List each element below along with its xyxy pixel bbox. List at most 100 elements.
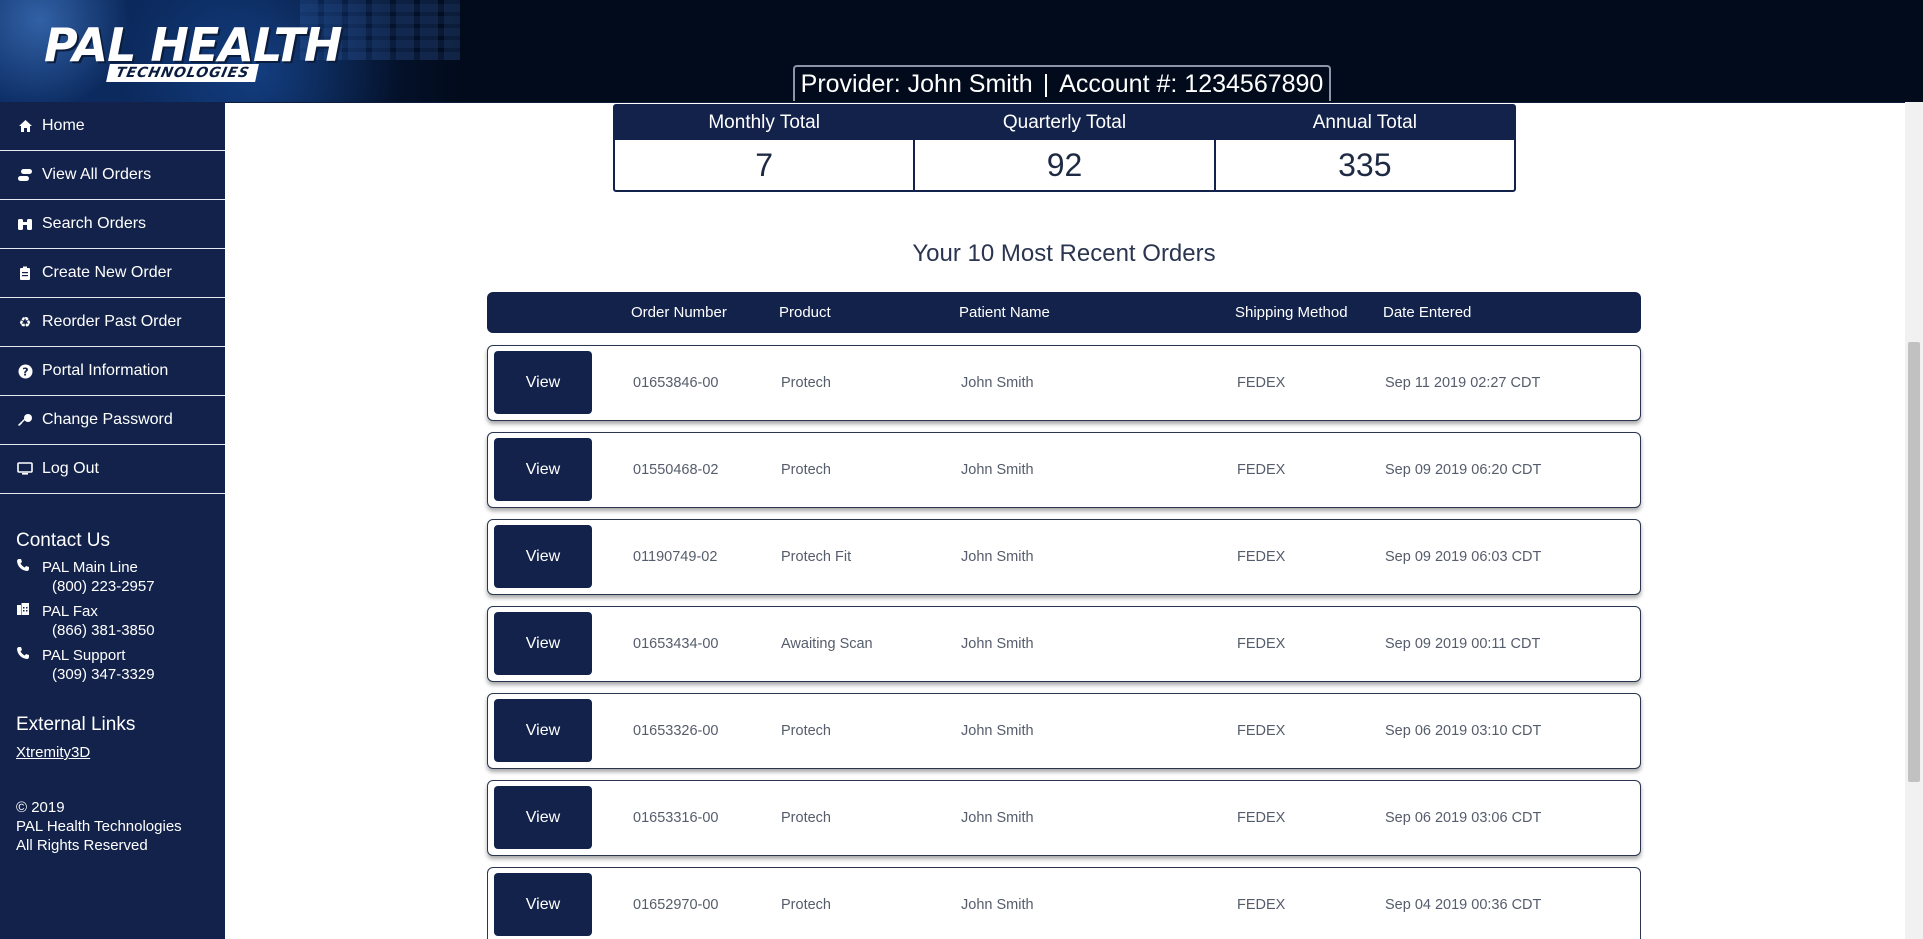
sidebar-item-home[interactable]: Home [0, 102, 225, 151]
order-number: 01653846-00 [633, 375, 719, 391]
table-row: View 01653326-00 Protech John Smith FEDE… [487, 693, 1641, 769]
date-entered: Sep 06 2019 03:10 CDT [1385, 723, 1542, 739]
contact-label: PAL Fax [42, 603, 98, 620]
product: Awaiting Scan [781, 636, 873, 652]
sidebar-item-label: Home [42, 117, 85, 134]
date-entered: Sep 09 2019 06:20 CDT [1385, 462, 1542, 478]
patient-name: John Smith [961, 723, 1034, 739]
shipping-method: FEDEX [1237, 723, 1286, 739]
logo-sub-text: TECHNOLOGIES [106, 64, 260, 82]
key-icon [16, 413, 34, 427]
external-links-heading: External Links [16, 714, 136, 735]
patient-name: John Smith [961, 636, 1034, 652]
account-number: 1234567890 [1184, 69, 1324, 98]
contact-number: (866) 381-3850 [52, 622, 155, 639]
order-number: 01652970-00 [633, 897, 719, 913]
sidebar-item-change-password[interactable]: Change Password [0, 396, 225, 445]
order-number: 01653434-00 [633, 636, 719, 652]
contact-number: (309) 347-3329 [52, 666, 155, 683]
provider-separator: | [1042, 69, 1050, 98]
shipping-method: FEDEX [1237, 897, 1286, 913]
contact-label: PAL Support [42, 647, 126, 664]
table-row: View 01550468-02 Protech John Smith FEDE… [487, 432, 1641, 508]
sidebar-footer: © 2019 PAL Health Technologies All Right… [16, 798, 225, 855]
xtremity3d-link[interactable]: Xtremity3D [16, 744, 90, 761]
shipping-method: FEDEX [1237, 810, 1286, 826]
copyright-year: © 2019 [16, 799, 65, 816]
sidebar-item-view-all-orders[interactable]: View All Orders [0, 151, 225, 200]
sidebar-item-log-out[interactable]: Log Out [0, 445, 225, 494]
sidebar-item-search-orders[interactable]: Search Orders [0, 200, 225, 249]
column-header-order-number: Order Number [631, 304, 727, 321]
date-entered: Sep 06 2019 03:06 CDT [1385, 810, 1542, 826]
sidebar: Home View All Orders Search Orders Creat… [0, 102, 225, 939]
sidebar-item-label: Search Orders [42, 215, 147, 232]
contact-fax: PAL Fax (866) 381-3850 [16, 602, 225, 640]
contact-support: PAL Support (309) 347-3329 [16, 646, 225, 684]
product: Protech [781, 810, 831, 826]
copyright-rights: All Rights Reserved [16, 837, 148, 854]
patient-name: John Smith [961, 549, 1034, 565]
product: Protech [781, 462, 831, 478]
table-row: View 01652970-00 Protech John Smith FEDE… [487, 867, 1641, 939]
clipboard-icon [16, 266, 34, 281]
date-entered: Sep 09 2019 06:03 CDT [1385, 549, 1542, 565]
view-order-button[interactable]: View [494, 351, 592, 414]
sidebar-item-reorder-past-order[interactable]: ♻ Reorder Past Order [0, 298, 225, 347]
view-order-button[interactable]: View [494, 438, 592, 501]
patient-name: John Smith [961, 375, 1034, 391]
column-header-shipping-method: Shipping Method [1235, 304, 1348, 321]
copyright-company: PAL Health Technologies [16, 818, 182, 835]
view-order-button[interactable]: View [494, 699, 592, 762]
sidebar-item-create-new-order[interactable]: Create New Order [0, 249, 225, 298]
column-header-patient-name: Patient Name [959, 304, 1050, 321]
date-entered: Sep 11 2019 02:27 CDT [1385, 375, 1541, 391]
annual-total-label: Annual Total [1215, 106, 1514, 140]
view-order-button[interactable]: View [494, 873, 592, 936]
shipping-method: FEDEX [1237, 462, 1286, 478]
recycle-icon: ♻ [18, 313, 32, 330]
date-entered: Sep 09 2019 00:11 CDT [1385, 636, 1541, 652]
monthly-total: Monthly Total 7 [615, 106, 914, 190]
view-order-button[interactable]: View [494, 786, 592, 849]
contact-label: PAL Main Line [42, 559, 138, 576]
home-icon [16, 119, 34, 133]
column-header-date-entered: Date Entered [1383, 304, 1472, 321]
order-number: 01653326-00 [633, 723, 719, 739]
contact-us-heading: Contact Us [16, 530, 110, 551]
column-header-product: Product [779, 304, 831, 321]
table-row: View 01653316-00 Protech John Smith FEDE… [487, 780, 1641, 856]
account-label: Account #: [1059, 69, 1178, 98]
sidebar-item-label: Change Password [42, 411, 173, 428]
view-order-button[interactable]: View [494, 612, 592, 675]
quarterly-total-value: 92 [1046, 146, 1083, 183]
page-scrollbar[interactable] [1905, 102, 1923, 939]
quarterly-total: Quarterly Total 92 [913, 106, 1214, 190]
pal-health-logo[interactable]: PAL HEALTH TECHNOLOGIES [38, 18, 343, 88]
provider-name: John Smith [907, 69, 1033, 98]
patient-name: John Smith [961, 810, 1034, 826]
order-number: 01653316-00 [633, 810, 719, 826]
sidebar-item-label: Portal Information [42, 362, 169, 379]
sidebar-item-label: Reorder Past Order [42, 313, 182, 330]
sidebar-item-label: View All Orders [42, 166, 152, 183]
product: Protech [781, 723, 831, 739]
question-circle-icon: ? [16, 364, 34, 379]
binoculars-icon [16, 217, 34, 231]
monthly-total-label: Monthly Total [615, 106, 914, 140]
contact-number: (800) 223-2957 [52, 578, 155, 595]
svg-text:?: ? [22, 365, 28, 378]
order-number: 01550468-02 [633, 462, 719, 478]
shipping-method: FEDEX [1237, 549, 1286, 565]
provider-label: Provider: [800, 69, 901, 98]
scrollbar-thumb[interactable] [1908, 342, 1920, 782]
sidebar-item-portal-information[interactable]: ? Portal Information [0, 347, 225, 396]
patient-name: John Smith [961, 462, 1034, 478]
table-row: View 01190749-02 Protech Fit John Smith … [487, 519, 1641, 595]
table-row: View 01653846-00 Protech John Smith FEDE… [487, 345, 1641, 421]
orders-table-header: Order Number Product Patient Name Shippi… [487, 292, 1641, 333]
order-totals: Monthly Total 7 Quarterly Total 92 Annua… [613, 104, 1516, 192]
sidebar-item-label: Log Out [42, 460, 99, 477]
view-order-button[interactable]: View [494, 525, 592, 588]
annual-total-value: 335 [1338, 146, 1392, 183]
